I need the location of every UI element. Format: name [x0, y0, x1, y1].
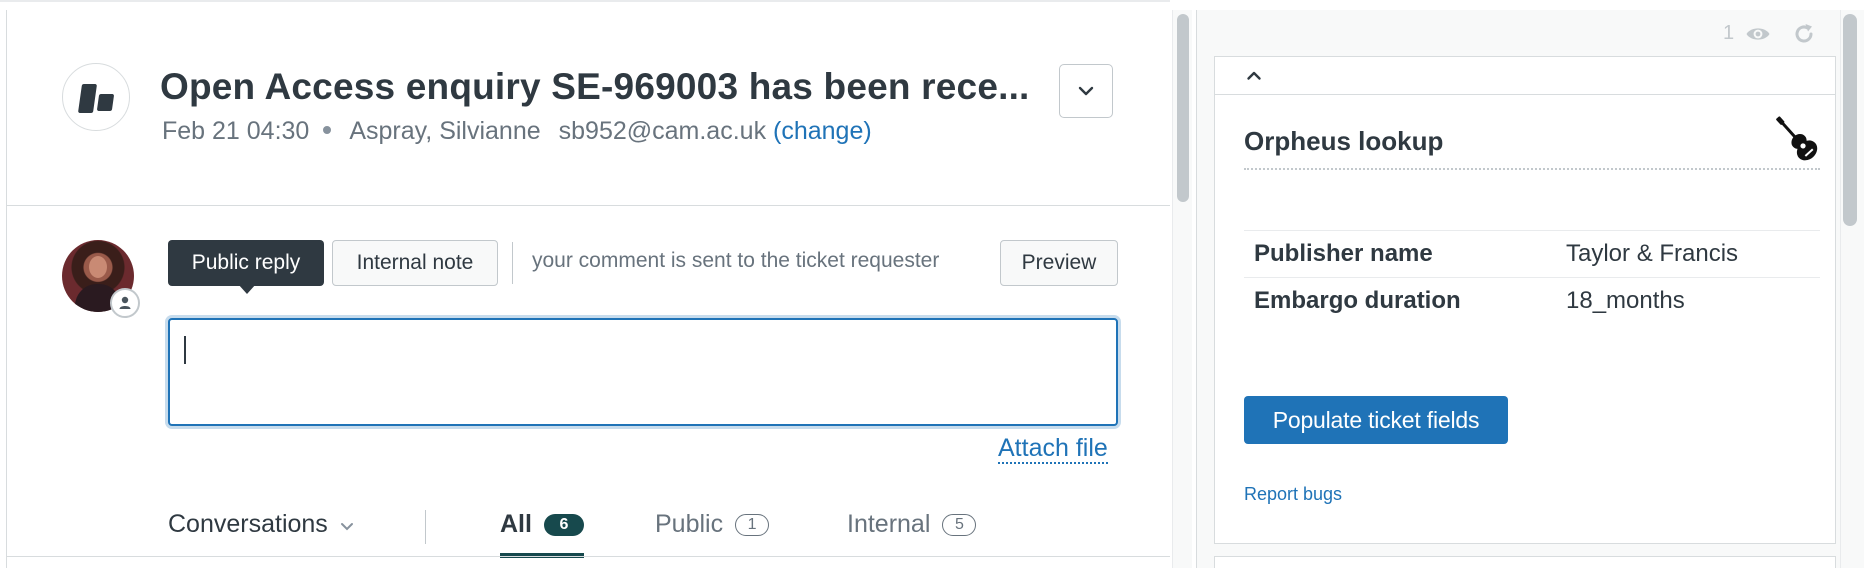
text-cursor	[184, 336, 186, 364]
guitar-icon	[1770, 110, 1820, 169]
ticket-meta: Feb 21 04:30 Aspray, Silvianne sb952@cam.a…	[162, 117, 872, 146]
tab-label: Public	[655, 510, 724, 538]
field-name: Publisher name	[1244, 230, 1556, 278]
viewer-count: 1	[1723, 22, 1735, 44]
tab-public[interactable]: Public 1	[655, 510, 770, 539]
count-badge: 5	[942, 513, 977, 536]
app-title-divider	[1244, 168, 1820, 170]
filter-divider	[7, 556, 1170, 557]
ticket-options-button[interactable]	[1059, 64, 1113, 118]
count-badge: 1	[735, 513, 770, 536]
table-row: Embargo duration 18_months	[1244, 277, 1820, 324]
person-icon	[110, 288, 140, 318]
chevron-down-icon	[340, 523, 353, 531]
populate-ticket-fields-button[interactable]: Populate ticket fields	[1244, 396, 1508, 444]
conversations-label: Conversations	[168, 510, 328, 538]
scrollbar-thumb[interactable]	[1843, 14, 1857, 226]
zendesk-logo	[62, 63, 130, 131]
active-indicator	[238, 284, 256, 294]
pane-edge	[6, 10, 7, 568]
count-badge: 6	[543, 513, 584, 536]
preview-button[interactable]: Preview	[1000, 240, 1118, 286]
attach-file-link[interactable]: Attach file	[998, 434, 1108, 464]
tab-all[interactable]: All 6	[500, 510, 584, 539]
chevron-down-icon	[1078, 86, 1094, 96]
header-divider	[7, 205, 1170, 206]
field-value: 18_months	[1556, 277, 1820, 324]
lookup-results-table: Publisher name Taylor & Francis Embargo …	[1244, 230, 1820, 324]
scrollbar-thumb[interactable]	[1177, 14, 1189, 202]
next-app-card	[1214, 556, 1836, 568]
field-name: Embargo duration	[1244, 277, 1556, 324]
separator-dot	[323, 126, 332, 135]
table-row: Publisher name Taylor & Francis	[1244, 230, 1820, 278]
chevron-up-icon[interactable]	[1246, 68, 1262, 86]
change-requester-link[interactable]: (change)	[773, 117, 872, 145]
report-bugs-link[interactable]: Report bugs	[1244, 484, 1342, 505]
field-value: Taylor & Francis	[1556, 230, 1820, 278]
app-title: Orpheus lookup	[1244, 126, 1444, 156]
requester-email: sb952@cam.ac.uk	[558, 117, 767, 145]
app-collapse-bar[interactable]	[1215, 57, 1835, 95]
ticket-title[interactable]: Open Access enquiry SE-969003 has been r…	[160, 66, 1030, 108]
tab-label: Internal	[847, 510, 931, 538]
separator	[512, 242, 513, 284]
comment-input[interactable]	[168, 318, 1118, 426]
refresh-icon[interactable]	[1792, 22, 1816, 51]
public-reply-button[interactable]: Public reply	[168, 240, 324, 286]
composer-hint: your comment is sent to the ticket reque…	[532, 249, 940, 272]
ticket-date: Feb 21 04:30	[162, 117, 310, 145]
internal-note-button[interactable]: Internal note	[332, 240, 498, 286]
eye-icon[interactable]	[1745, 24, 1771, 49]
tab-label: All	[500, 510, 532, 538]
tab-internal[interactable]: Internal 5	[847, 510, 977, 539]
requester-name[interactable]: Aspray, Silvianne	[349, 117, 540, 145]
separator	[425, 510, 426, 544]
conversations-dropdown[interactable]: Conversations	[168, 510, 354, 539]
